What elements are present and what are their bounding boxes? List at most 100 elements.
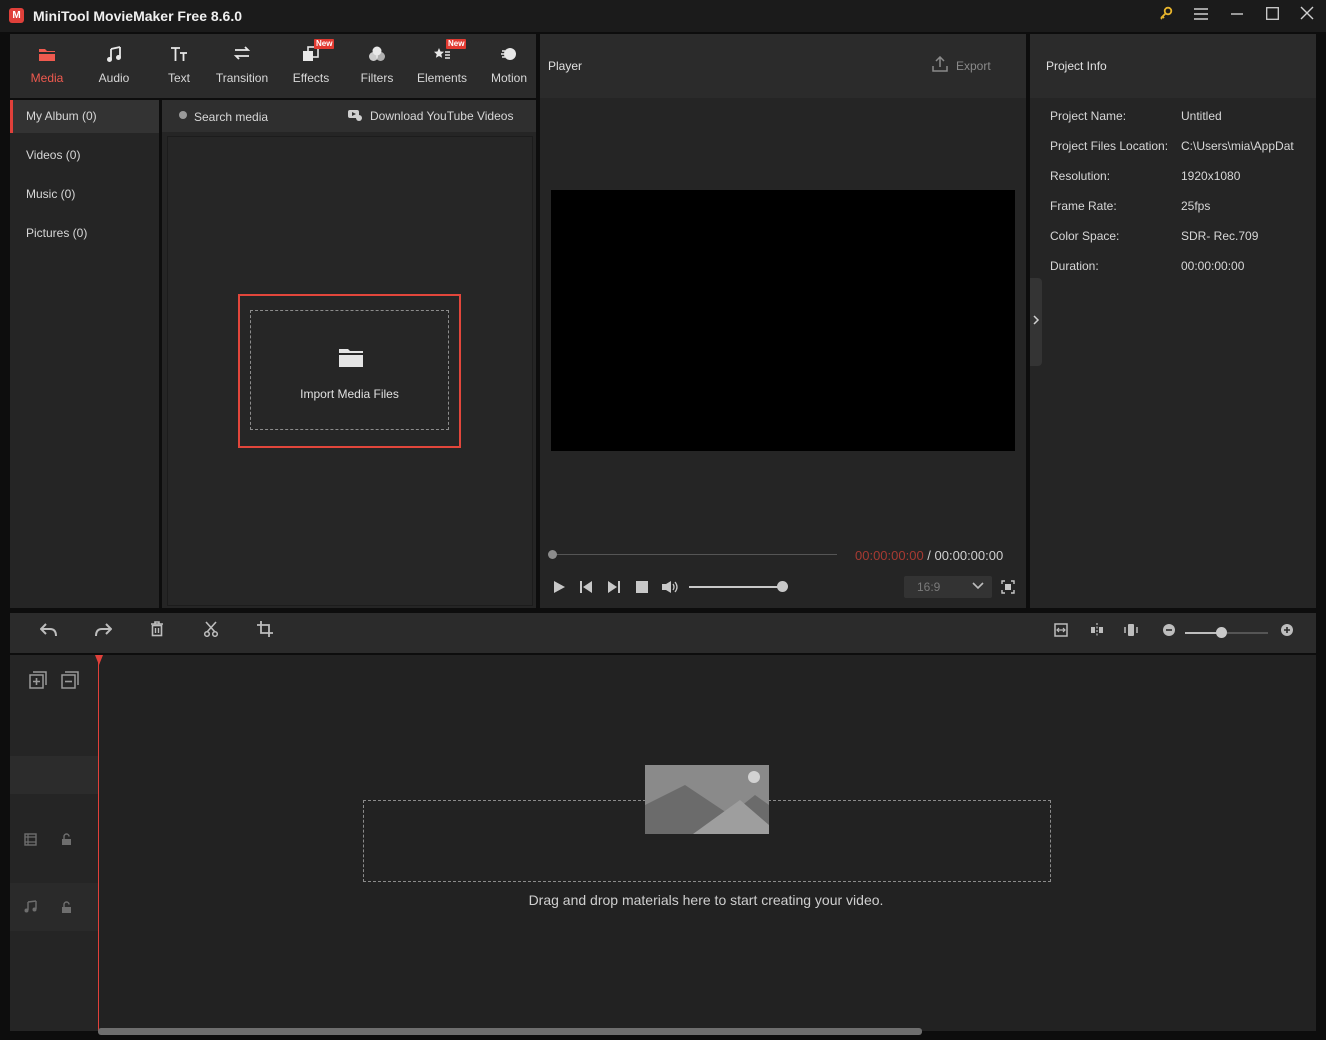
tab-audio[interactable]: Audio (83, 34, 145, 98)
next-frame-icon[interactable] (607, 580, 621, 597)
delete-icon[interactable] (145, 621, 169, 645)
transition-icon (211, 46, 273, 66)
volume-track[interactable] (689, 586, 783, 588)
project-name-value: Untitled (1181, 109, 1222, 123)
snap-icon[interactable] (1085, 621, 1109, 645)
timeline-toolbar (10, 613, 1316, 653)
zoom-in-icon[interactable] (1275, 621, 1299, 645)
youtube-download-icon (348, 109, 362, 124)
sidebar-item-music[interactable]: Music (0) (10, 178, 159, 211)
import-media-button[interactable]: Import Media Files (238, 294, 461, 448)
download-youtube-button[interactable]: Download YouTube Videos (370, 109, 513, 123)
progress-handle[interactable] (548, 550, 557, 559)
search-input[interactable]: Search media (194, 110, 268, 124)
media-search-bar: Search media Download YouTube Videos (162, 100, 536, 132)
frame-rate-value: 25fps (1181, 199, 1211, 213)
track-header-row (10, 756, 98, 794)
tab-text[interactable]: Text (148, 34, 210, 98)
tab-effects-label: Effects (292, 71, 330, 85)
chevron-right-icon (1033, 315, 1040, 325)
music-track-icon (24, 900, 37, 916)
window-title: MiniTool MovieMaker Free 8.6.0 (33, 8, 243, 24)
image-placeholder-icon (645, 765, 769, 834)
add-track-icon[interactable] (29, 671, 47, 692)
zoom-out-icon[interactable] (1157, 621, 1181, 645)
fit-timeline-icon[interactable] (1049, 621, 1073, 645)
tab-effects[interactable]: Effects New (280, 34, 342, 98)
undo-icon[interactable] (37, 621, 61, 645)
playhead-line[interactable] (98, 655, 99, 1031)
menu-icon[interactable] (1189, 6, 1213, 26)
audio-mixer-icon[interactable] (1119, 621, 1143, 645)
search-icon (178, 110, 189, 124)
project-info-panel: Project Info Project Name: Untitled Proj… (1030, 34, 1316, 608)
chevron-down-icon (972, 580, 984, 595)
tab-text-label: Text (167, 71, 190, 85)
tab-media-label: Media (30, 71, 64, 85)
media-sidebar: My Album (0) Videos (0) Music (0) Pictur… (10, 100, 159, 608)
lock-icon[interactable] (61, 833, 72, 849)
aspect-ratio-select[interactable]: 16:9 (904, 576, 992, 598)
remove-track-icon[interactable] (61, 671, 79, 692)
duration-label: Duration: (1050, 259, 1099, 273)
motion-icon (478, 46, 540, 66)
duration-value: 00:00:00:00 (1181, 259, 1245, 273)
music-note-icon (83, 46, 145, 66)
tab-media[interactable]: Media (16, 34, 78, 98)
playhead-marker[interactable] (95, 655, 103, 665)
split-scissors-icon[interactable] (199, 621, 223, 645)
player-header: Player Export (540, 34, 1026, 98)
lock-icon[interactable] (61, 901, 72, 917)
play-icon[interactable] (552, 580, 566, 597)
project-name-label: Project Name: (1050, 109, 1127, 123)
sidebar-item-my-album[interactable]: My Album (0) (10, 100, 159, 133)
main-toolbar: Media Audio Text Transition Effects New … (10, 34, 536, 98)
minimize-icon[interactable] (1225, 6, 1249, 26)
player-title: Player (548, 59, 583, 73)
total-time: 00:00:00:00 (934, 548, 1004, 563)
progress-track[interactable] (552, 554, 837, 555)
maximize-icon[interactable] (1260, 6, 1284, 26)
zoom-handle[interactable] (1215, 627, 1227, 638)
color-space-label: Color Space: (1050, 229, 1120, 243)
text-icon (148, 46, 210, 66)
tab-audio-label: Audio (98, 71, 130, 85)
time-readout: 00:00:00:00 / 00:00:00:00 (855, 548, 1003, 563)
elements-icon (411, 46, 473, 66)
import-dashed-area[interactable]: Import Media Files (250, 310, 449, 430)
drop-hint-text: Drag and drop materials here to start cr… (528, 892, 884, 908)
stop-icon[interactable] (635, 580, 649, 597)
folder-icon (16, 46, 78, 66)
project-info-title: Project Info (1046, 59, 1107, 73)
folder-icon (339, 347, 363, 370)
tab-filters[interactable]: Filters (346, 34, 408, 98)
track-headers (10, 655, 98, 1031)
new-badge: New (314, 39, 335, 49)
crop-icon[interactable] (253, 621, 277, 645)
import-media-label: Import Media Files (300, 387, 399, 401)
video-track-icon (24, 833, 37, 849)
current-time: 00:00:00:00 (855, 548, 924, 563)
app-logo: M (9, 8, 24, 23)
redo-icon[interactable] (91, 621, 115, 645)
tab-elements[interactable]: Elements New (411, 34, 473, 98)
fullscreen-icon[interactable] (1001, 580, 1015, 597)
aspect-ratio-value: 16:9 (917, 580, 941, 594)
sidebar-item-videos[interactable]: Videos (0) (10, 139, 159, 172)
close-icon[interactable] (1295, 6, 1319, 26)
export-icon (932, 55, 948, 75)
collapse-panel-button[interactable] (1030, 278, 1042, 366)
export-button[interactable]: Export (956, 59, 991, 73)
sidebar-item-pictures[interactable]: Pictures (0) (10, 217, 159, 250)
timeline-scrollbar[interactable] (98, 1028, 922, 1035)
tab-filters-label: Filters (360, 71, 394, 85)
volume-icon[interactable] (661, 580, 679, 597)
volume-handle[interactable] (777, 581, 788, 592)
tab-transition[interactable]: Transition (211, 34, 273, 98)
video-preview (551, 190, 1015, 451)
key-icon[interactable] (1154, 6, 1178, 26)
effects-icon (280, 46, 342, 66)
title-bar: M MiniTool MovieMaker Free 8.6.0 (0, 0, 1326, 32)
tab-motion[interactable]: Motion (478, 34, 540, 98)
previous-frame-icon[interactable] (579, 580, 593, 597)
